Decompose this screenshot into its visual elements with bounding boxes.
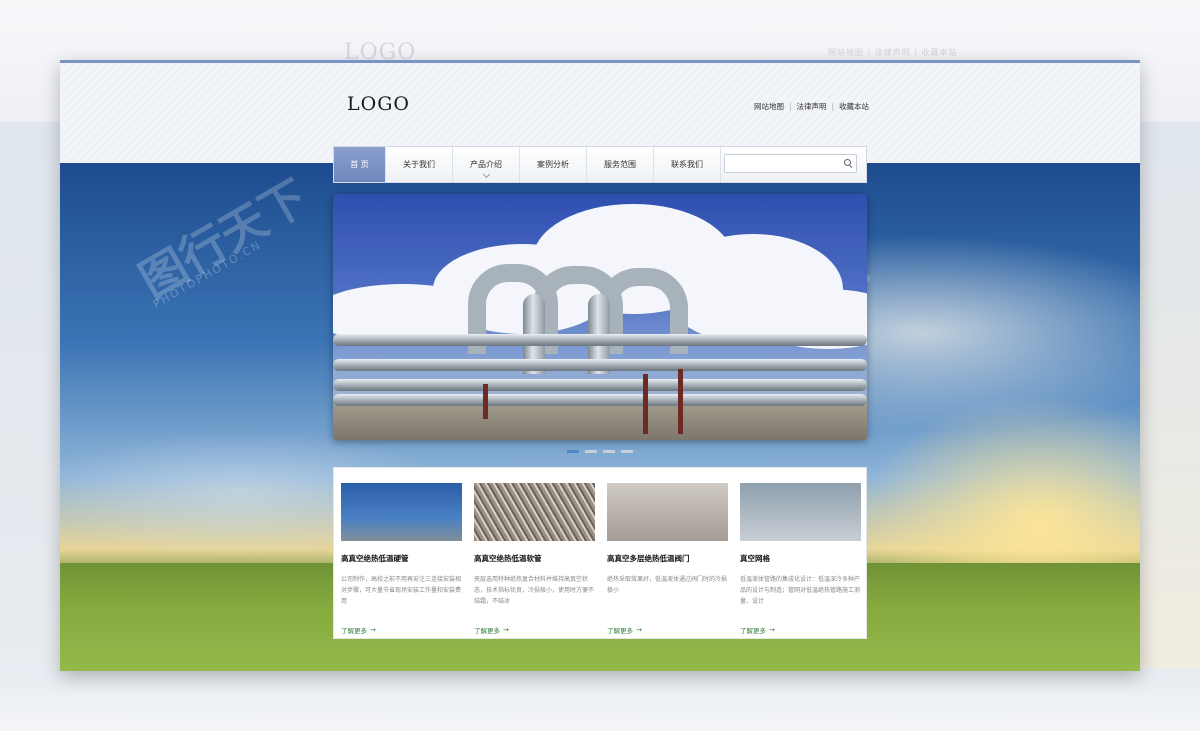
background-sky-left — [0, 122, 60, 668]
product-card: 高真空绝热低温软管 夹层选用特种绝热复合材料并维持高真空状态，技术指标优良，冷损… — [474, 483, 595, 638]
slider-dot[interactable] — [567, 450, 579, 453]
link-separator: | — [789, 102, 792, 111]
product-title[interactable]: 高真空绝热低温软管 — [474, 553, 595, 564]
product-description: 公司制作，高校之前不用再安注三连接安装相对步骤，可大量节省现场安装工作量和安装费… — [341, 576, 462, 605]
product-card: 高真空绝热低温硬管 公司制作，高校之前不用再安注三连接安装相对步骤，可大量节省现… — [341, 483, 462, 638]
product-thumbnail[interactable] — [474, 483, 595, 541]
product-thumbnail[interactable] — [740, 483, 861, 541]
product-thumbnail[interactable] — [607, 483, 728, 541]
arrow-right-icon: → — [370, 626, 376, 634]
nav-item-about[interactable]: 关于我们 — [386, 147, 453, 182]
slider-dot[interactable] — [585, 450, 597, 453]
product-title[interactable]: 高真空绝热低温硬管 — [341, 553, 462, 564]
top-links: 网站地图 | 法律声明 | 收藏本站 — [754, 101, 869, 112]
pipe-support — [483, 384, 488, 419]
learn-more-link[interactable]: 了解更多 → — [474, 625, 509, 635]
learn-more-label: 了解更多 — [474, 627, 500, 635]
arrow-right-icon: → — [769, 626, 775, 634]
product-title[interactable]: 真空网格 — [740, 553, 861, 564]
slider-dot[interactable] — [621, 450, 633, 453]
nav-item-services[interactable]: 服务范围 — [587, 147, 654, 182]
website-frame: 图行天下 PHOTOPHOTO.CN 图行天下 PHOTOPHOTO.CN LO… — [60, 60, 1140, 671]
pipe-support — [678, 369, 683, 434]
nav-label: 案例分析 — [537, 160, 569, 169]
arrow-right-icon: → — [636, 626, 642, 634]
search-input[interactable] — [724, 154, 857, 173]
nav-item-cases[interactable]: 案例分析 — [520, 147, 587, 182]
product-title[interactable]: 高真空多层绝热低温阀门 — [607, 553, 728, 564]
learn-more-link[interactable]: 了解更多 → — [740, 625, 775, 635]
learn-more-link[interactable]: 了解更多 → — [341, 625, 376, 635]
learn-more-label: 了解更多 — [740, 627, 766, 635]
product-card: 高真空多层绝热低温阀门 绝热采取效果好，低温液体通过阀门时的冷损极小 了解更多 → — [607, 483, 728, 638]
nav-label: 服务范围 — [604, 160, 636, 169]
main-nav: 首 页 关于我们 产品介绍 案例分析 服务范围 联系我们 — [333, 146, 867, 183]
arrow-right-icon: → — [503, 626, 509, 634]
pipe-support — [643, 374, 648, 434]
nav-label: 产品介绍 — [470, 160, 502, 169]
pipe-horizontal — [333, 359, 867, 371]
link-separator: | — [831, 102, 835, 111]
pipe-horizontal — [333, 394, 867, 406]
sitemap-link[interactable]: 网站地图 — [754, 101, 784, 112]
product-description: 绝热采取效果好，低温液体通过阀门时的冷损极小 — [607, 576, 728, 594]
pipe-horizontal — [333, 334, 867, 346]
pipe-horizontal — [333, 379, 867, 391]
nav-item-contact[interactable]: 联系我们 — [654, 147, 721, 182]
nav-item-products[interactable]: 产品介绍 — [453, 147, 520, 182]
product-card: 真空网格 低温液体管路的集成化设计：低温深冷多种产品的设计与制造；管网对低温绝热… — [740, 483, 861, 638]
nav-label: 关于我们 — [403, 160, 435, 169]
learn-more-label: 了解更多 — [341, 627, 367, 635]
background-reflection-bottom — [0, 668, 1200, 731]
legal-link[interactable]: 法律声明 — [797, 101, 827, 112]
learn-more-link[interactable]: 了解更多 → — [607, 625, 642, 635]
slider-dot[interactable] — [603, 450, 615, 453]
learn-more-label: 了解更多 — [607, 627, 633, 635]
product-description: 夹层选用特种绝热复合材料并维持高真空状态，技术指标优良，冷损极小，使用时方便不结… — [474, 576, 595, 605]
slider-indicators — [567, 450, 633, 453]
nav-item-home[interactable]: 首 页 — [334, 147, 386, 182]
nav-label: 联系我们 — [671, 160, 703, 169]
bookmark-link[interactable]: 收藏本站 — [839, 101, 869, 112]
product-description: 低温液体管路的集成化设计：低温深冷多种产品的设计与制造；管网对低温绝热管路施工测… — [740, 576, 861, 605]
hero-banner-image — [333, 194, 867, 440]
product-list: 高真空绝热低温硬管 公司制作，高校之前不用再安注三连接安装相对步骤，可大量节省现… — [333, 467, 867, 639]
site-logo[interactable]: LOGO — [347, 93, 410, 115]
background-sky-right — [1140, 122, 1200, 668]
chevron-down-icon — [482, 170, 491, 179]
ghost-top-links: 网站地图 | 法律声明 | 收藏本站 — [828, 48, 958, 57]
product-thumbnail[interactable] — [341, 483, 462, 541]
search-icon[interactable] — [844, 159, 851, 166]
